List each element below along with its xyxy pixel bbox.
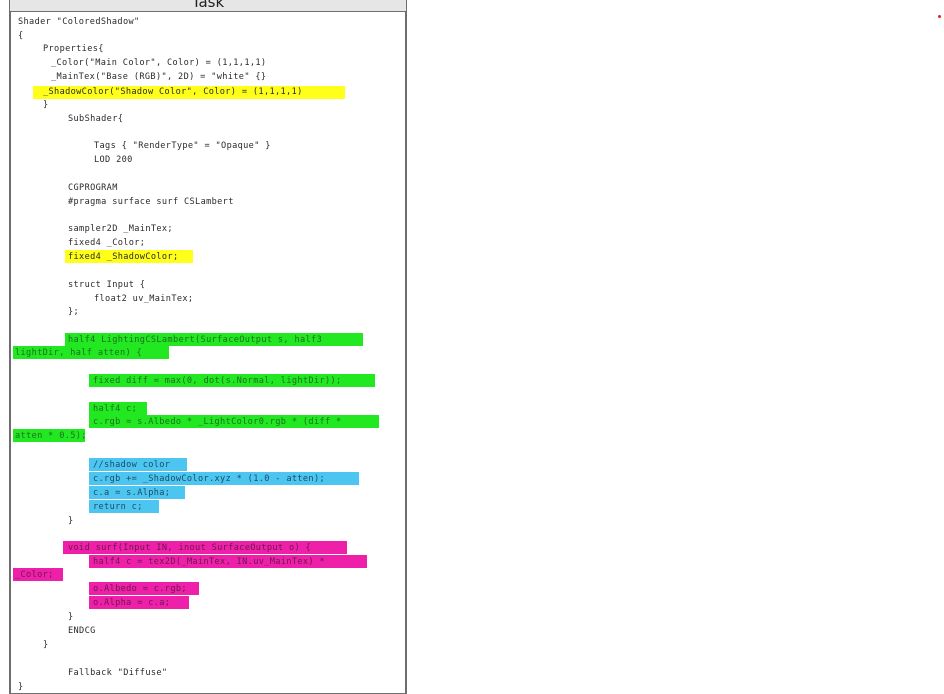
code-line: o.Alpha = c.a; [93,598,171,608]
code-line: } [68,516,74,526]
code-line: Fallback "Diffuse" [68,668,168,678]
code-line: struct Input { [68,280,146,290]
task-title: Task [191,0,225,11]
code-line: return c; [93,502,143,512]
task-panel: Task Shader "ColoredShadow" { Properties… [9,0,407,694]
code-line: } [18,682,24,692]
code-line: ENDCG [68,626,96,636]
code-line: CGPROGRAM [68,183,118,193]
code-line: c.rgb += _ShadowColor.xyz * (1.0 - atten… [93,474,326,484]
code-area: Shader "ColoredShadow" { Properties{ _Co… [10,12,406,694]
code-line: }; [68,307,80,317]
code-line: Shader "ColoredShadow" [18,17,140,27]
code-line: #pragma surface surf CSLambert [68,197,234,207]
code-line: atten * 0.5); [15,431,87,441]
task-header: Task [10,0,406,12]
code-line: { [18,31,24,41]
code-line: half4 c = tex2D(_MainTex, IN.uv_MainTex)… [93,557,326,567]
code-line: LOD 200 [94,155,133,165]
red-marker-dot [938,15,941,18]
code-line: lightDir, half atten) { [15,348,143,358]
code-line: fixed4 _Color; [68,238,146,248]
code-line: void surf(Input IN, inout SurfaceOutput … [68,543,312,553]
code-line: SubShader{ [68,114,124,124]
code-line: _MainTex("Base (RGB)", 2D) = "white" {} [51,72,267,82]
code-line: } [43,100,49,110]
code-line: sampler2D _MainTex; [68,224,173,234]
code-line: o.Albedo = c.rgb; [93,584,187,594]
code-line: c.a = s.Alpha; [93,488,171,498]
code-line: fixed diff = max(0, dot(s.Normal, lightD… [93,376,342,386]
code-line: //shadow color [93,460,171,470]
code-line: half4 c; [93,404,138,414]
code-line: Tags { "RenderType" = "Opaque" } [94,141,271,151]
code-line: _Color("Main Color", Color) = (1,1,1,1) [51,58,267,68]
code-line: _ShadowColor("Shadow Color", Color) = (1… [43,87,303,97]
code-line: half4 LightingCSLambert(SurfaceOutput s,… [68,335,323,345]
code-line: } [68,612,74,622]
code-line: float2 uv_MainTex; [94,294,194,304]
code-line: Properties{ [43,44,104,54]
code-line: _Color; [15,570,54,580]
code-line: fixed4 _ShadowColor; [68,252,179,262]
code-line: c.rgb = s.Albedo * _LightColor0.rgb * (d… [93,417,342,427]
code-line: } [43,640,49,650]
